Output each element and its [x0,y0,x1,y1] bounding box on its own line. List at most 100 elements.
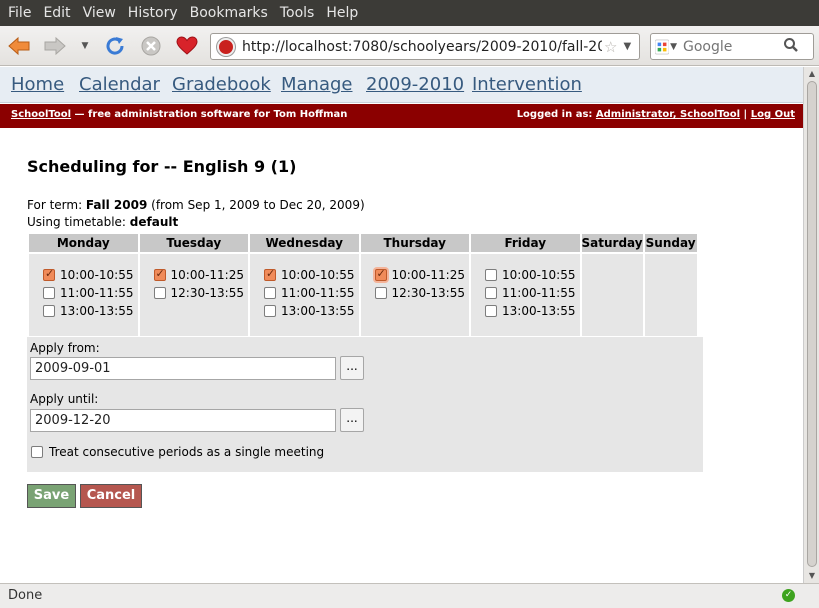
period-option[interactable]: 12:30-13:55 [365,284,465,302]
menu-file[interactable]: File [2,0,37,26]
period-option[interactable]: 10:00-11:25 [365,266,466,284]
logged-in-label: Logged in as: [516,109,596,120]
period-option[interactable]: 10:00-10:55 [254,266,355,284]
save-button[interactable]: Save [27,484,76,508]
menu-help[interactable]: Help [320,0,364,26]
period-checkbox[interactable] [485,287,497,299]
period-checkbox[interactable] [264,287,276,299]
period-label: 10:00-11:25 [391,268,466,282]
period-checkbox[interactable] [43,287,55,299]
url-dropdown-icon[interactable]: ▼ [623,41,631,52]
forward-arrow-icon [44,36,66,56]
bookmark-heart-button[interactable] [174,34,200,58]
period-label: 11:00-11:55 [60,286,134,300]
schedule-header-row: Monday Tuesday Wednesday Thursday Friday Satu… [29,234,697,252]
period-option[interactable]: 10:00-10:55 [475,266,576,284]
scroll-down-icon[interactable]: ▼ [807,571,817,581]
apply-from-calendar-button[interactable]: ... [340,356,364,380]
period-option[interactable]: 10:00-11:25 [144,266,244,284]
apply-from-label: Apply from: [30,341,100,355]
day-cell-saturday [581,254,643,336]
period-label: 10:00-10:55 [502,268,576,282]
menu-tools[interactable]: Tools [274,0,321,26]
period-label: 12:30-13:55 [170,286,245,300]
period-checkbox[interactable] [374,287,387,299]
period-checkbox[interactable] [264,267,276,281]
forward-button[interactable] [42,34,68,58]
nav-link-gradebook[interactable]: Gradebook [172,74,271,95]
url-text[interactable]: http://localhost:7080/schoolyears/2009-2… [242,39,602,55]
period-checkbox[interactable] [43,267,55,281]
logout-link[interactable]: Log Out [751,109,795,120]
apply-until-calendar-button[interactable]: ... [340,408,364,432]
timetable-name: default [129,215,179,229]
scroll-up-icon[interactable]: ▲ [807,69,817,79]
search-input[interactable] [683,38,779,55]
apply-until-input[interactable]: 2009-12-20 [30,409,336,432]
day-header-thursday: Thursday [360,234,469,252]
vertical-scrollbar[interactable]: ▲ ▼ [803,67,819,583]
period-checkbox[interactable] [153,267,166,281]
nav-link-intervention[interactable]: Intervention [472,74,582,95]
period-option[interactable]: 10:00-10:55 [33,266,134,284]
day-cell-thursday: 10:00-11:25 12:30-13:55 [360,254,469,336]
period-option[interactable]: 11:00-11:55 [475,284,576,302]
header-user-info: Logged in as: Administrator, SchoolTool … [517,109,795,120]
back-button[interactable] [6,34,32,58]
search-bar[interactable]: ▼ [650,33,814,60]
consecutive-checkbox[interactable] [31,446,43,458]
menu-history[interactable]: History [122,0,184,26]
period-checkbox[interactable] [153,287,166,299]
navigation-toolbar: ▼ http://localhost:7080/schoolyears/2009… [0,26,819,66]
period-checkbox[interactable] [374,267,387,281]
menu-bar: File Edit View History Bookmarks Tools H… [0,0,819,26]
url-bar[interactable]: http://localhost:7080/schoolyears/2009-2… [210,33,640,60]
day-cell-sunday [644,254,697,336]
menu-view[interactable]: View [77,0,122,26]
consecutive-option[interactable]: Treat consecutive periods as a single me… [31,445,324,459]
user-link[interactable]: Administrator, SchoolTool [596,109,740,120]
period-label: 13:00-13:55 [281,304,355,318]
menu-edit[interactable]: Edit [37,0,76,26]
search-engine-icon[interactable]: ▼ [655,38,677,56]
period-option[interactable]: 13:00-13:55 [33,302,134,320]
heart-icon [176,36,198,55]
period-checkbox[interactable] [43,305,55,317]
nav-link-schoolyear[interactable]: 2009-2010 [366,74,464,95]
apply-from-input[interactable]: 2009-09-01 [30,357,336,380]
period-option[interactable]: 11:00-11:55 [33,284,134,302]
nav-link-manage[interactable]: Manage [281,74,353,95]
period-checkbox[interactable] [485,305,497,317]
magnifier-icon[interactable] [783,37,799,57]
period-option[interactable]: 12:30-13:55 [144,284,245,302]
page-content: Home Calendar Gradebook Manage 2009-2010… [0,67,803,583]
period-checkbox[interactable] [485,269,497,281]
period-option[interactable]: 13:00-13:55 [254,302,355,320]
day-cell-tuesday: 10:00-11:25 12:30-13:55 [139,254,248,336]
schedule-table: Monday Tuesday Wednesday Thursday Friday Satu… [27,232,699,338]
menu-bookmarks[interactable]: Bookmarks [184,0,274,26]
reload-icon [106,37,124,55]
nav-link-calendar[interactable]: Calendar [79,74,160,95]
period-option[interactable]: 11:00-11:55 [254,284,355,302]
period-label: 13:00-13:55 [502,304,576,318]
period-option[interactable]: 13:00-13:55 [475,302,576,320]
history-dropdown[interactable]: ▼ [78,38,92,54]
schooltool-link[interactable]: SchoolTool [11,109,71,120]
cancel-button[interactable]: Cancel [80,484,142,508]
period-checkbox[interactable] [264,305,276,317]
bookmark-star-icon[interactable]: ☆ [604,38,617,56]
scrollbar-thumb[interactable] [807,81,817,567]
main-navigation: Home Calendar Gradebook Manage 2009-2010… [0,67,803,103]
day-header-saturday: Saturday [581,234,643,252]
day-cell-monday: 10:00-10:55 11:00-11:55 13:00-13:55 [29,254,138,336]
reload-button[interactable] [102,34,128,58]
site-favicon-icon [217,37,235,56]
period-label: 13:00-13:55 [60,304,134,318]
header-branding: SchoolTool — free administration softwar… [11,109,347,120]
stop-button[interactable] [138,34,164,58]
day-cell-friday: 10:00-10:55 11:00-11:55 13:00-13:55 [471,254,580,336]
nav-link-home[interactable]: Home [11,74,64,95]
chevron-down-icon: ▼ [81,41,89,51]
tagline: — free administration software for Tom H… [71,109,348,120]
